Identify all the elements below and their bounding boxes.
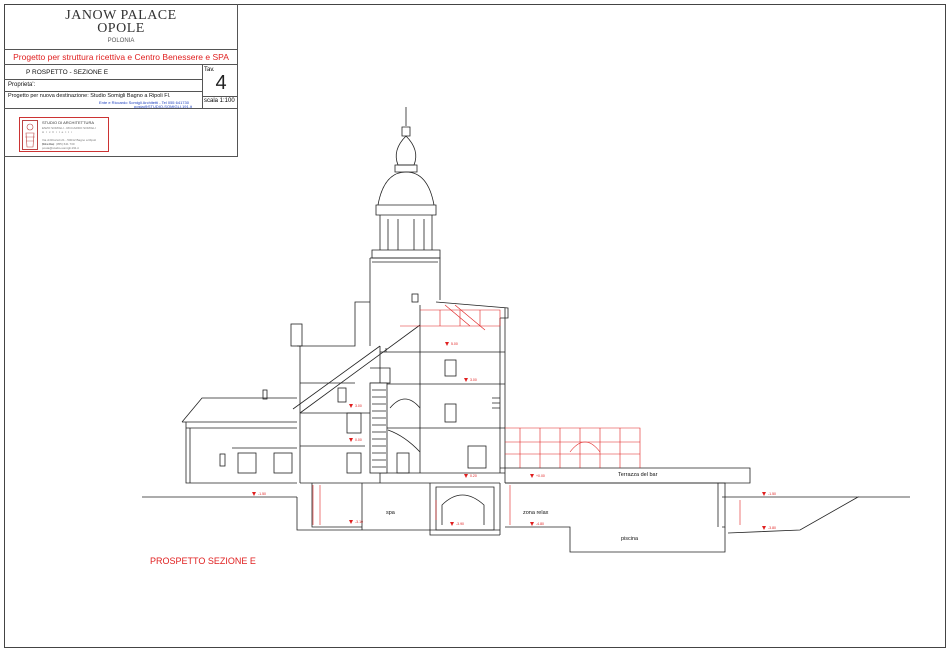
room-label-spa: spa (386, 510, 396, 516)
room-label-piscina: piscina (621, 536, 639, 542)
level-values: 5.00 3.00 3.00 0.00 0.20 -1.50 -3.10 -3.… (258, 342, 776, 530)
left-annex (181, 389, 297, 484)
room-label-terrazza: Terrazza del bar (618, 472, 658, 478)
level-value: -1.50 (258, 492, 266, 496)
level-markers (252, 342, 766, 530)
basement-spa (296, 483, 501, 536)
level-value: +0.00 (536, 474, 545, 478)
level-value: 3.00 (355, 404, 362, 408)
level-value: 0.20 (470, 474, 477, 478)
level-value: 3.00 (470, 378, 477, 382)
central-section (369, 301, 509, 483)
main-building (290, 301, 500, 484)
level-value: -3.10 (355, 520, 363, 524)
level-value: -4.80 (536, 522, 544, 526)
room-label-zona-relax: zona relax (523, 510, 549, 516)
level-value: -3.80 (768, 526, 776, 530)
level-value: -3.90 (456, 522, 464, 526)
level-value: 5.00 (451, 342, 458, 346)
level-value: 0.00 (355, 438, 362, 442)
level-value: -1.50 (768, 492, 776, 496)
drawing-caption: PROSPETTO SEZIONE E (150, 556, 256, 566)
section-elevation-drawing: 5.00 3.00 3.00 0.00 0.20 -1.50 -3.10 -3.… (142, 107, 910, 553)
